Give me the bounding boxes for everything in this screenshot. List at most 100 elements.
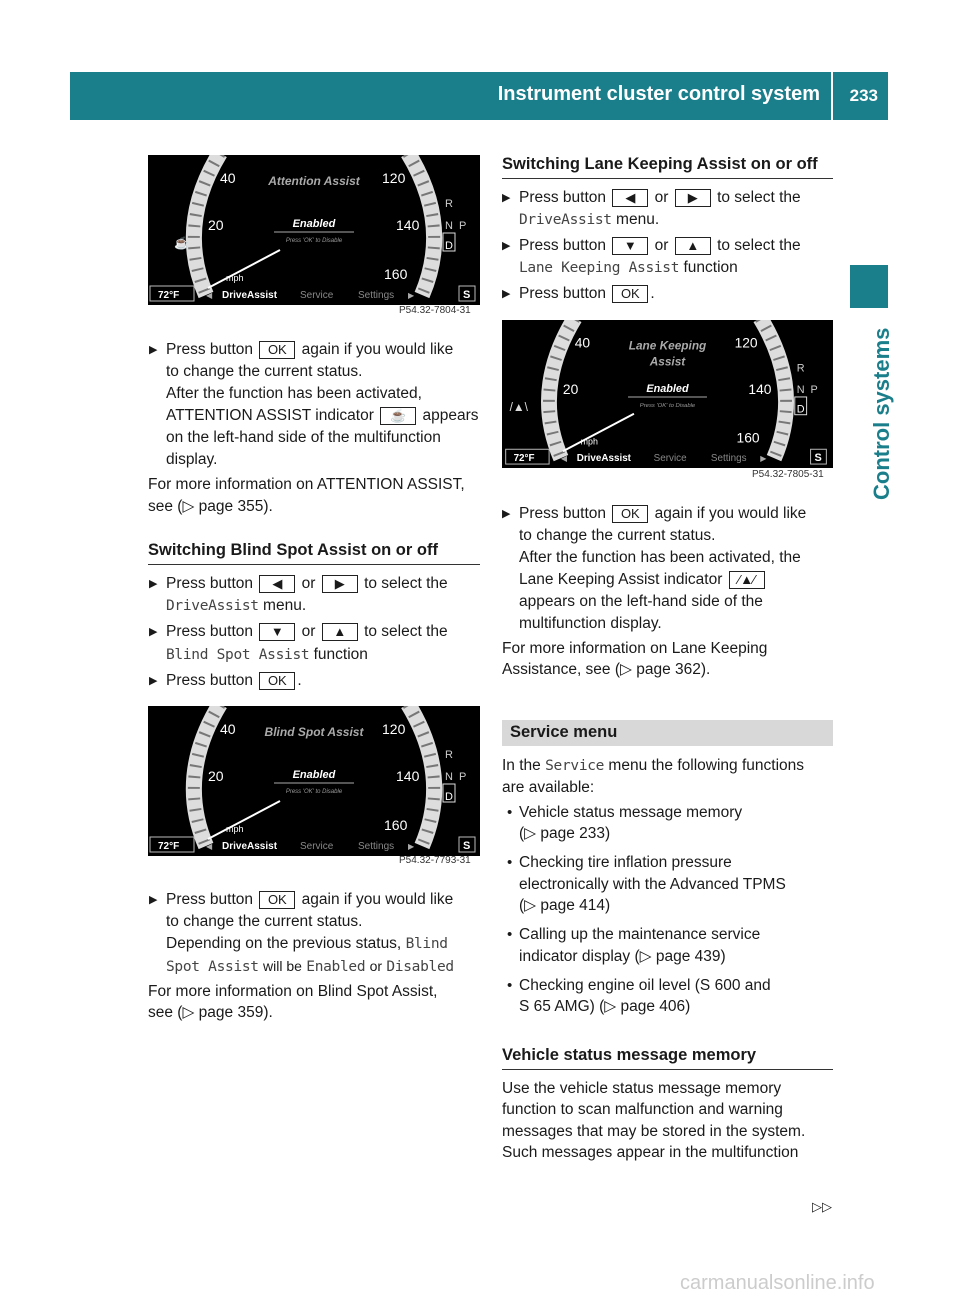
left-arrow-key: ◀	[612, 188, 649, 207]
lane-keeping-icon: /▲\	[510, 400, 529, 414]
text-line: For more information on Blind Spot Assis…	[148, 983, 438, 1000]
speed-label: 120	[382, 170, 406, 186]
display-title: Blind Spot Assist	[265, 725, 365, 739]
divider	[831, 72, 833, 120]
text-line: After the function has been activated, t…	[519, 549, 801, 566]
outside-temperature: 72°F	[158, 841, 179, 852]
page-reference: (▷ page 233)	[519, 825, 611, 842]
display-hint: Press 'OK' to Disable	[640, 403, 696, 409]
coffee-cup-icon: ☕	[380, 406, 417, 425]
menu-driveassist: DriveAssist	[222, 841, 278, 852]
section-heading: Switching Blind Spot Assist on or off	[148, 541, 480, 565]
text-line: appears on the left-hand side of the	[519, 593, 763, 610]
continued-mark: ▷▷	[812, 1199, 832, 1214]
display-title: Lane Keeping	[629, 339, 707, 353]
step: ▶ Press button OK again if you would like	[149, 340, 454, 359]
gear-p: P	[459, 220, 466, 232]
up-arrow-key: ▲	[321, 622, 358, 641]
step: ▶ Press button ◀ or ▶ to select the	[149, 574, 448, 593]
right-arrow-key: ▶	[321, 574, 358, 593]
text-line: In the Service menu the following functi…	[502, 757, 805, 774]
gear-r: R	[797, 362, 805, 374]
speed-label: 20	[208, 217, 224, 233]
gear-d: D	[445, 791, 453, 803]
page-header: Instrument cluster control system 233	[70, 72, 888, 120]
speed-label: 40	[575, 335, 591, 351]
menu-left-arrow: ◀	[206, 291, 213, 300]
gear-d: D	[445, 240, 453, 252]
speedometer-needle	[562, 412, 635, 453]
section-heading: Switching Lane Keeping Assist on or off	[502, 155, 833, 179]
cluster-display: 4020120140160mphAttention AssistEnabledP…	[149, 148, 476, 302]
watermark: carmanualsonline.info	[680, 1272, 875, 1294]
outside-temperature: 72°F	[514, 453, 535, 464]
ok-key: OK	[259, 340, 296, 359]
step: ▶ Press button ▼ or ▲ to select the	[149, 622, 448, 641]
drive-mode: S	[463, 840, 470, 852]
step: ▶ Press button OK.	[149, 671, 302, 690]
list-item: • Vehicle status message memory	[507, 804, 743, 821]
gear-r: R	[445, 749, 453, 761]
page-reference: see (▷ page 359).	[148, 1004, 273, 1021]
ok-key: OK	[259, 671, 296, 690]
text-line: S 65 AMG) (▷ page 406)	[519, 998, 691, 1015]
text-line: For more information on Lane Keeping	[502, 640, 768, 657]
text-line: to change the current status.	[519, 527, 716, 544]
text-line: to change the current status.	[166, 363, 363, 380]
text-line: ATTENTION ASSIST indicator ☕ appears	[166, 406, 479, 425]
down-arrow-key: ▼	[612, 236, 649, 255]
gear-p: P	[811, 384, 818, 396]
speed-label: 160	[384, 266, 408, 282]
text-line: DriveAssist menu.	[166, 597, 307, 614]
display-status: Enabled	[293, 769, 336, 781]
chapter-tab	[850, 265, 888, 308]
ok-key: OK	[612, 504, 649, 523]
text-line: messages that may be stored in the syste…	[502, 1123, 806, 1140]
step: ▶ Press button ▼ or ▲ to select the	[502, 236, 801, 255]
speed-label: 40	[220, 721, 236, 737]
text-line: are available:	[502, 779, 595, 796]
page-reference: (▷ page 414)	[519, 897, 611, 914]
text-line: Depending on the previous status, Blind	[166, 935, 448, 952]
text-line: Lane Keeping Assist function	[519, 259, 738, 276]
display-hint: Press 'OK' to Disable	[286, 238, 343, 244]
menu-service: Service	[300, 290, 334, 301]
drive-mode: S	[463, 289, 470, 301]
menu-left-arrow: ◀	[206, 842, 213, 851]
drive-mode: S	[815, 452, 822, 464]
speed-label: 40	[220, 170, 236, 186]
speed-label: 20	[208, 768, 224, 784]
cluster-display: 4020120140160mphLane KeepingAssistEnable…	[505, 313, 827, 465]
text-line: For more information on ATTENTION ASSIST…	[148, 476, 465, 493]
display-title: Assist	[649, 354, 687, 368]
gear-r: R	[445, 198, 453, 210]
page-reference: Assistance, see (▷ page 362).	[502, 661, 711, 678]
text-line: Such messages appear in the multifunctio…	[502, 1144, 799, 1161]
figure-id: P54.32-7805-31	[752, 469, 824, 480]
menu-settings: Settings	[358, 290, 394, 301]
menu-right-arrow: ▶	[408, 842, 415, 851]
text-line: Spot Assist will be Enabled or Disabled	[166, 958, 454, 975]
step: ▶ Press button OK again if you would like	[149, 890, 454, 909]
chapter-label: Control systems	[869, 327, 894, 500]
menu-driveassist: DriveAssist	[577, 453, 632, 464]
text-line: DriveAssist menu.	[519, 211, 660, 228]
list-item: • Checking tire inflation pressure	[507, 854, 732, 871]
step: ▶ Press button OK.	[502, 284, 655, 303]
display-hint: Press 'OK' to Disable	[286, 789, 343, 795]
manual-page: Instrument cluster control system 233 Co…	[0, 0, 960, 1302]
down-arrow-key: ▼	[259, 622, 296, 641]
coffee-cup-icon: ☕	[174, 235, 189, 250]
text-line: electronically with the Advanced TPMS	[519, 876, 786, 893]
section-heading: Vehicle status message memory	[502, 1046, 833, 1070]
menu-right-arrow: ▶	[408, 291, 415, 300]
right-arrow-key: ▶	[674, 188, 711, 207]
speed-label: 120	[382, 721, 406, 737]
list-item: • Calling up the maintenance service	[507, 926, 761, 943]
figure-id: P54.32-7793-31	[399, 855, 471, 866]
page-reference: see (▷ page 355).	[148, 498, 273, 515]
speed-label: 20	[563, 381, 579, 397]
gear-n: N	[445, 220, 453, 232]
menu-left-arrow: ◀	[561, 454, 568, 463]
menu-settings: Settings	[711, 453, 747, 464]
